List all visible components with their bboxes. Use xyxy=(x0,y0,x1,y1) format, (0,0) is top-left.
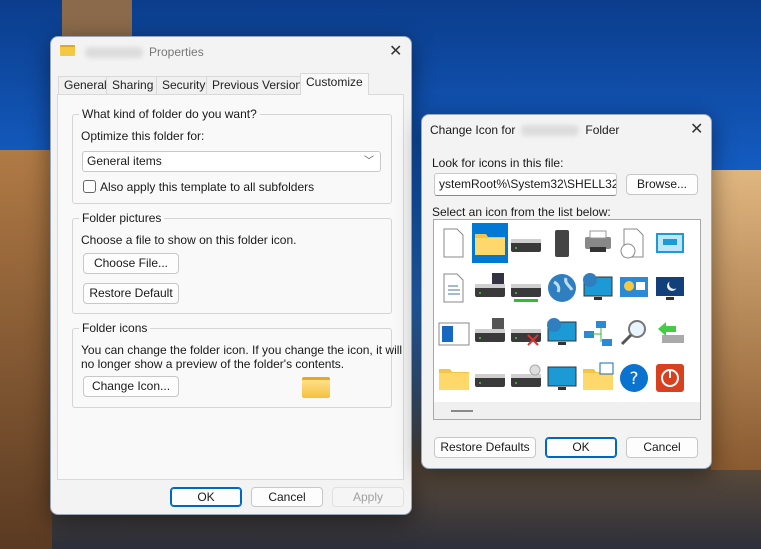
apply-button[interactable]: Apply xyxy=(332,487,404,507)
change-icon-button[interactable]: Change Icon... xyxy=(83,376,179,397)
browse-button[interactable]: Browse... xyxy=(626,174,698,195)
svg-text:?: ? xyxy=(629,369,638,389)
optimize-label: Optimize this folder for: xyxy=(81,129,205,143)
choose-file-button[interactable]: Choose File... xyxy=(83,253,179,274)
memory-chip-icon[interactable] xyxy=(544,223,580,263)
recycle-partial-icon[interactable] xyxy=(688,358,700,398)
globe-monitor-icon[interactable] xyxy=(544,313,580,353)
background-building-left xyxy=(0,150,52,549)
optimize-value: General items xyxy=(87,154,162,168)
drive-disconnected-icon[interactable] xyxy=(508,313,544,353)
folder-icon[interactable] xyxy=(472,223,508,263)
tab-previous-versions[interactable]: Previous Versions xyxy=(206,76,315,95)
drive-icon[interactable] xyxy=(472,358,508,398)
folder-icon xyxy=(60,45,75,56)
folder-icons-desc-1: You can change the folder icon. If you c… xyxy=(81,343,403,357)
monitor-icon[interactable] xyxy=(544,358,580,398)
tab-general[interactable]: General xyxy=(58,76,113,95)
box-partial-icon[interactable] xyxy=(688,313,700,353)
scrollbar-thumb[interactable] xyxy=(451,410,473,412)
folder-pictures-group: Folder pictures Choose a file to show on… xyxy=(72,211,392,314)
globe-icon[interactable] xyxy=(544,268,580,308)
cd-drive-icon[interactable] xyxy=(508,358,544,398)
icon-file-input[interactable]: ystemRoot%\System32\SHELL32.dll xyxy=(434,173,617,196)
optimize-dropdown[interactable]: General items ﹀ xyxy=(82,151,381,172)
group-label: What kind of folder do you want? xyxy=(79,107,260,121)
control-panel-icon[interactable] xyxy=(616,268,652,308)
network-drive-icon[interactable] xyxy=(508,268,544,308)
folder-preview-icon xyxy=(302,377,330,398)
apply-subfolders-label: Also apply this template to all subfolde… xyxy=(100,180,315,194)
text-document-icon[interactable] xyxy=(436,268,472,308)
document-clock-icon[interactable] xyxy=(616,223,652,263)
background-tower xyxy=(62,0,132,36)
icon-list[interactable]: ? xyxy=(433,219,701,420)
apply-subfolders-checkbox[interactable] xyxy=(83,180,96,193)
folder-grid-icon[interactable] xyxy=(580,358,616,398)
network-icon[interactable] xyxy=(580,313,616,353)
background-building-right xyxy=(711,170,761,470)
app-window-icon[interactable] xyxy=(652,223,688,263)
drive-icon[interactable] xyxy=(508,223,544,263)
cancel-button[interactable]: Cancel xyxy=(251,487,323,507)
folder-pictures-desc: Choose a file to show on this folder ico… xyxy=(81,233,297,247)
drive-floppy-icon[interactable] xyxy=(472,268,508,308)
printer-icon[interactable] xyxy=(580,223,616,263)
horizontal-scrollbar[interactable] xyxy=(434,402,700,419)
folder-icons-group: Folder icons You can change the folder i… xyxy=(72,321,402,408)
drive-save-icon[interactable] xyxy=(472,313,508,353)
monitor-moon-icon[interactable] xyxy=(652,268,688,308)
tab-customize[interactable]: Customize xyxy=(300,73,369,95)
search-icon[interactable] xyxy=(616,313,652,353)
ok-button[interactable]: OK xyxy=(545,437,617,458)
help-icon[interactable]: ? xyxy=(616,358,652,398)
restore-defaults-button[interactable]: Restore Defaults xyxy=(434,437,536,458)
redacted-folder-name xyxy=(85,47,143,59)
power-icon[interactable] xyxy=(652,358,688,398)
usb-arrow-icon[interactable] xyxy=(652,313,688,353)
folder-icon[interactable] xyxy=(436,358,472,398)
close-button[interactable]: ✕ xyxy=(690,119,703,139)
program-window-icon[interactable] xyxy=(436,313,472,353)
group-label: Folder pictures xyxy=(79,211,165,225)
redacted-folder-name xyxy=(521,125,580,137)
select-icon-label: Select an icon from the list below: xyxy=(432,205,611,219)
group-label: Folder icons xyxy=(79,321,151,335)
restore-default-button[interactable]: Restore Default xyxy=(83,283,179,304)
shortcut-arrow-partial-icon[interactable] xyxy=(688,268,700,308)
folder-icons-desc-2: no longer show a preview of the folder's… xyxy=(81,357,345,371)
customize-panel: What kind of folder do you want? Optimiz… xyxy=(57,94,404,480)
shortcut-partial-icon[interactable] xyxy=(688,223,700,263)
blank-document-icon[interactable] xyxy=(436,223,472,263)
cancel-button[interactable]: Cancel xyxy=(626,437,698,458)
window-title: Properties xyxy=(79,45,204,59)
dialog-title: Change Icon for Folder xyxy=(430,123,620,137)
folder-type-group: What kind of folder do you want? Optimiz… xyxy=(72,107,392,204)
look-for-label: Look for icons in this file: xyxy=(432,156,564,170)
change-icon-dialog: Change Icon for Folder ✕ Look for icons i… xyxy=(421,114,712,469)
ok-button[interactable]: OK xyxy=(170,487,242,507)
globe-monitor-icon[interactable] xyxy=(580,268,616,308)
tab-sharing[interactable]: Sharing xyxy=(106,76,160,95)
close-button[interactable]: ✕ xyxy=(389,41,402,61)
tab-security[interactable]: Security xyxy=(156,76,212,95)
chevron-down-icon: ﹀ xyxy=(364,156,374,167)
properties-window: Properties ✕ General Sharing Security Pr… xyxy=(50,36,412,515)
